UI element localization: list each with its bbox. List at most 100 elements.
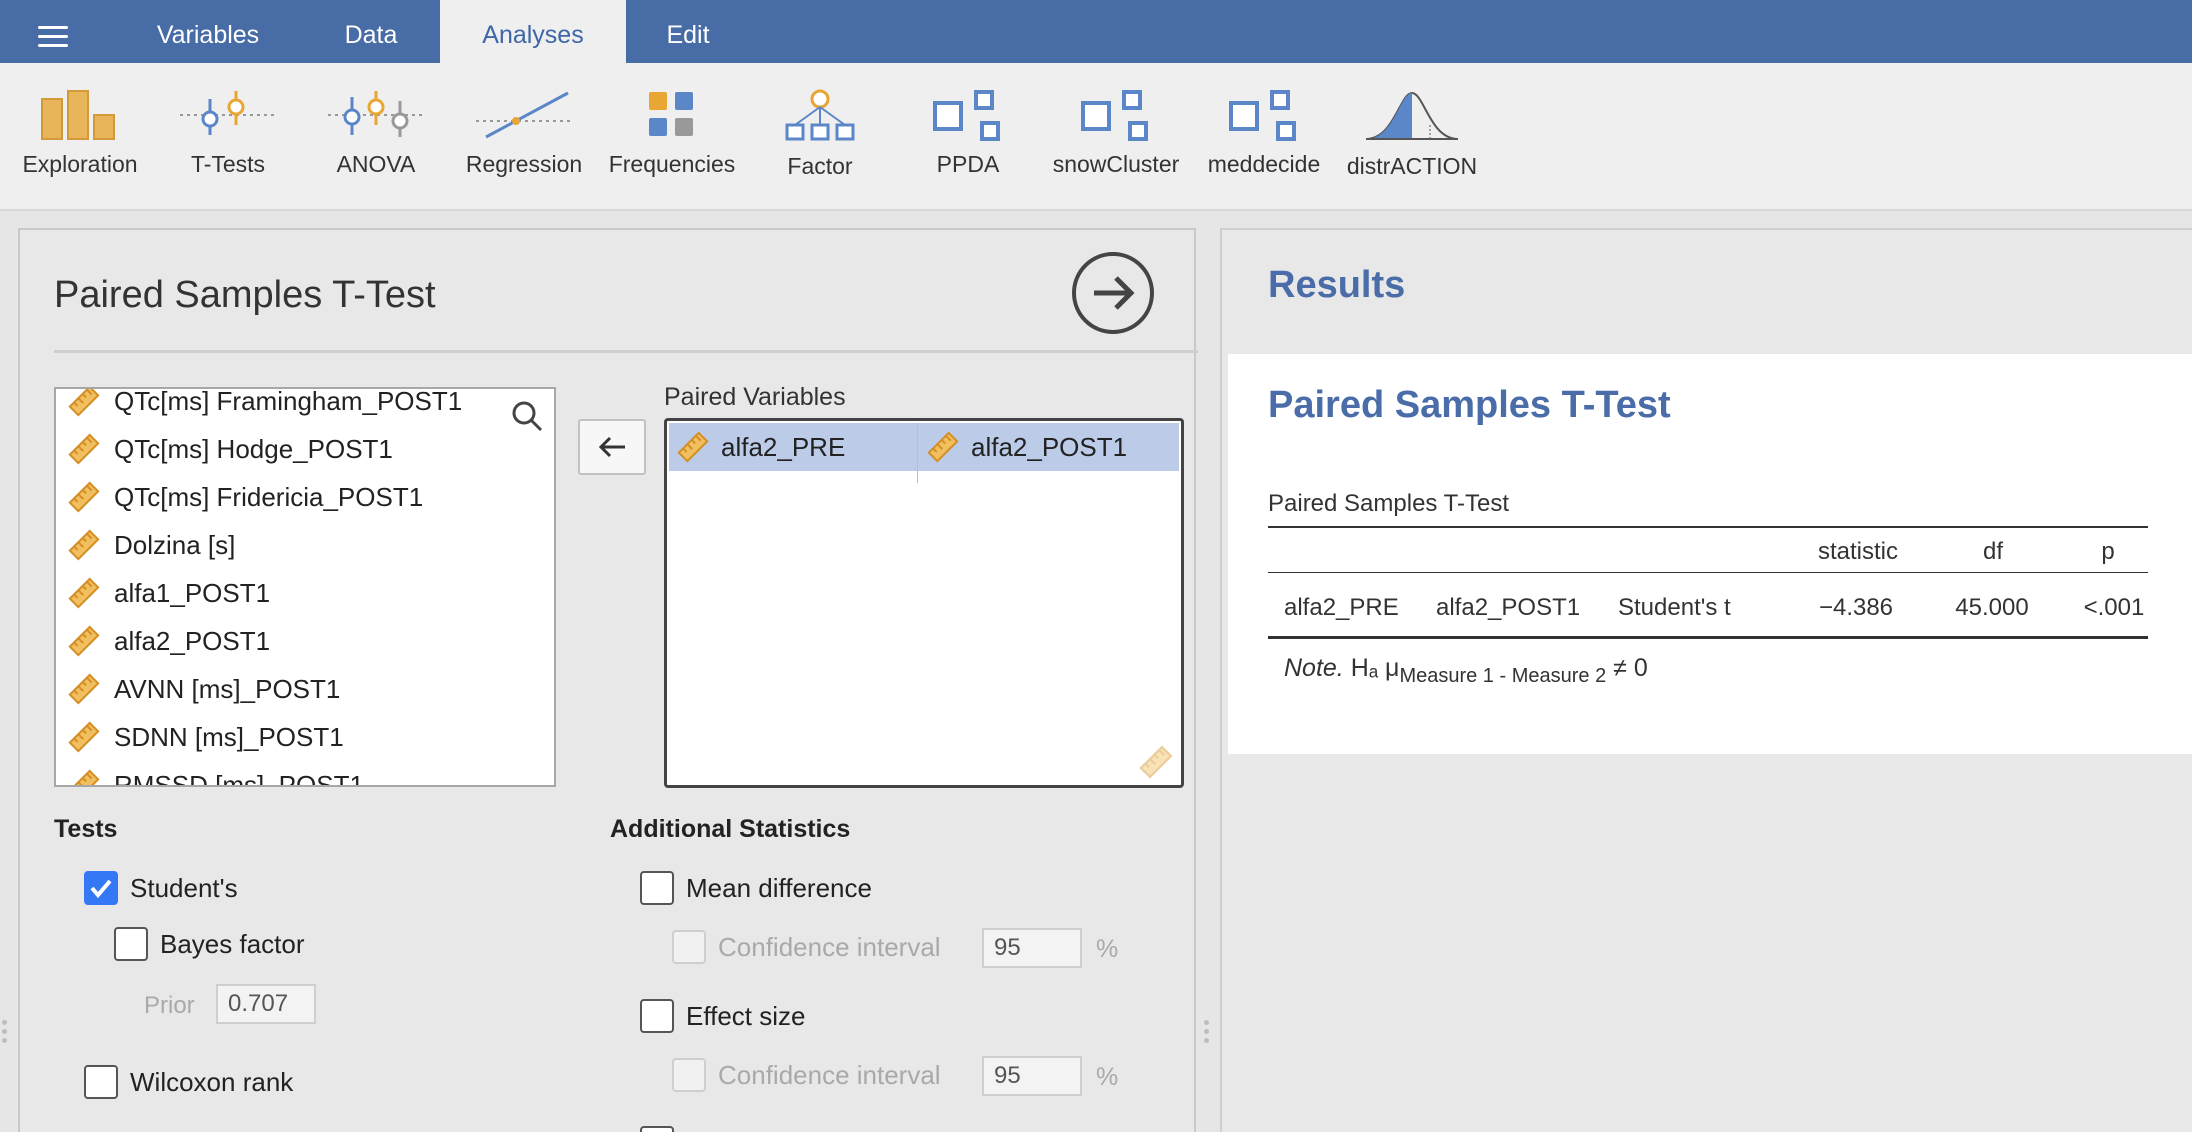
tab-data[interactable]: Data	[306, 0, 436, 63]
variable-name: QTc[ms] Fridericia_POST1	[114, 481, 424, 512]
next-option-checkbox[interactable]	[640, 1126, 674, 1132]
mean-difference-ci-option[interactable]: Confidence interval	[672, 930, 941, 964]
variable-name: QTc[ms] Framingham_POST1	[114, 387, 463, 416]
title-divider	[54, 350, 1198, 353]
frequencies-icon	[649, 92, 693, 136]
snowcluster-button[interactable]: snowCluster	[1041, 89, 1191, 199]
students-option[interactable]: Student's	[84, 871, 238, 905]
variable-name: QTc[ms] Hodge_POST1	[114, 433, 393, 464]
distraction-button[interactable]: distrACTION	[1337, 89, 1487, 199]
effect-size-ci-input[interactable]: 95	[982, 1056, 1082, 1096]
list-item[interactable]: QTc[ms] Hodge_POST1	[68, 429, 393, 469]
snowcluster-module-icon	[1081, 90, 1148, 141]
effect-size-label: Effect size	[686, 1000, 806, 1031]
variable-name: AVNN [ms]_POST1	[114, 673, 341, 704]
wilcoxon-option[interactable]: Wilcoxon rank	[84, 1065, 293, 1099]
cell-statistic: −4.386	[1818, 594, 1894, 621]
panel-splitter-handle[interactable]	[1204, 1020, 1210, 1047]
exploration-label: Exploration	[22, 151, 138, 177]
regression-button[interactable]: Regression	[449, 89, 599, 199]
mean-difference-checkbox[interactable]	[640, 871, 674, 905]
t-tests-icon	[180, 91, 276, 135]
hamburger-menu-icon[interactable]	[38, 26, 68, 48]
bayes-factor-label: Bayes factor	[160, 928, 305, 959]
mean-difference-label: Mean difference	[686, 872, 872, 903]
additional-statistics-heading: Additional Statistics	[610, 815, 851, 843]
effect-size-option[interactable]: Effect size	[640, 999, 805, 1033]
mean-difference-ci-checkbox[interactable]	[672, 930, 706, 964]
table-caption: Paired Samples T-Test	[1268, 490, 1509, 517]
distribution-icon	[1365, 91, 1459, 140]
list-item[interactable]: RMSSD [ms]_POST1	[68, 765, 364, 785]
factor-button[interactable]: Factor	[745, 89, 895, 199]
run-analysis-button[interactable]	[1072, 252, 1154, 334]
frequencies-button[interactable]: Frequencies	[597, 89, 747, 199]
panel-title: Paired Samples T-Test	[54, 274, 436, 316]
tab-variables[interactable]: Variables	[128, 0, 288, 63]
variable-name: Dolzina [s]	[114, 529, 236, 560]
note-hypothesis: Hₐ μ	[1350, 654, 1400, 682]
analysis-title[interactable]: Paired Samples T-Test	[1268, 384, 1671, 427]
paired-variables-box[interactable]: alfa2_PRE alfa2_POST1	[664, 418, 1184, 788]
ruler-icon	[1139, 745, 1173, 779]
meddecide-button[interactable]: meddecide	[1189, 89, 1339, 199]
pair-measure-1[interactable]: alfa2_PRE	[677, 423, 845, 471]
anova-button[interactable]: ANOVA	[301, 89, 451, 199]
left-splitter-handle[interactable]	[2, 1020, 8, 1047]
column-header-p: p	[2101, 538, 2115, 565]
note-subscript: Measure 1 - Measure 2	[1399, 665, 1607, 687]
variable-list[interactable]: QTc[ms] Framingham_POST1 QTc[ms] Hodge_P…	[54, 387, 556, 787]
effect-size-ci-checkbox[interactable]	[672, 1058, 706, 1092]
table-bottom-rule	[1268, 636, 2148, 639]
anova-icon	[328, 91, 424, 137]
pair-measure-2[interactable]: alfa2_POST1	[927, 423, 1127, 471]
ruler-icon	[68, 673, 100, 705]
variable-name: alfa1_POST1	[114, 577, 271, 608]
tab-edit[interactable]: Edit	[632, 0, 744, 63]
list-item[interactable]: QTc[ms] Framingham_POST1	[68, 387, 463, 421]
ruler-icon	[68, 769, 100, 785]
effect-size-checkbox[interactable]	[640, 999, 674, 1033]
exploration-button[interactable]: Exploration	[5, 89, 155, 199]
list-item[interactable]: AVNN [ms]_POST1	[68, 669, 340, 709]
tab-analyses[interactable]: Analyses	[440, 0, 626, 63]
factor-label: Factor	[787, 153, 853, 179]
list-item[interactable]: alfa2_POST1	[68, 621, 270, 661]
regression-label: Regression	[465, 151, 583, 177]
arrow-left-icon	[598, 436, 625, 458]
ppda-button[interactable]: PPDA	[893, 89, 1043, 199]
list-item[interactable]: SDNN [ms]_POST1	[68, 717, 344, 757]
tests-heading: Tests	[54, 815, 118, 843]
bayes-factor-checkbox[interactable]	[114, 927, 148, 961]
bar-chart-icon	[41, 90, 115, 140]
table-top-rule	[1268, 526, 2148, 528]
list-item[interactable]: QTc[ms] Fridericia_POST1	[68, 477, 423, 517]
ruler-icon	[68, 577, 100, 609]
pair-divider	[917, 423, 918, 483]
ruler-icon	[68, 625, 100, 657]
t-tests-button[interactable]: T-Tests	[153, 89, 303, 199]
paired-row[interactable]: alfa2_PRE alfa2_POST1	[669, 423, 1179, 483]
variable-name: alfa2_POST1	[114, 625, 271, 656]
ppda-label: PPDA	[936, 151, 1000, 177]
list-item[interactable]: alfa1_POST1	[68, 573, 270, 613]
cell-p: <.001	[2083, 594, 2145, 621]
analyses-ribbon: Exploration T-Tests ANOVA Regression Fre…	[0, 63, 2192, 211]
cell-measure-2: alfa2_POST1	[1436, 594, 1581, 621]
ruler-icon	[927, 431, 959, 463]
arrow-right-circle-icon	[1094, 276, 1135, 310]
percent-label: %	[1096, 1063, 1119, 1091]
bayes-factor-option[interactable]: Bayes factor	[114, 927, 305, 961]
mean-difference-ci-input[interactable]: 95	[982, 928, 1082, 968]
wilcoxon-checkbox[interactable]	[84, 1065, 118, 1099]
move-variable-button[interactable]	[578, 419, 646, 475]
list-item[interactable]: Dolzina [s]	[68, 525, 235, 565]
mean-difference-option[interactable]: Mean difference	[640, 871, 872, 905]
prior-input[interactable]: 0.707	[216, 984, 316, 1024]
effect-size-ci-option[interactable]: Confidence interval	[672, 1058, 941, 1092]
ruler-icon	[68, 389, 100, 417]
students-checkbox[interactable]	[84, 871, 118, 905]
ruler-icon	[68, 721, 100, 753]
prior-label: Prior	[144, 992, 195, 1019]
search-icon[interactable]	[510, 399, 544, 433]
